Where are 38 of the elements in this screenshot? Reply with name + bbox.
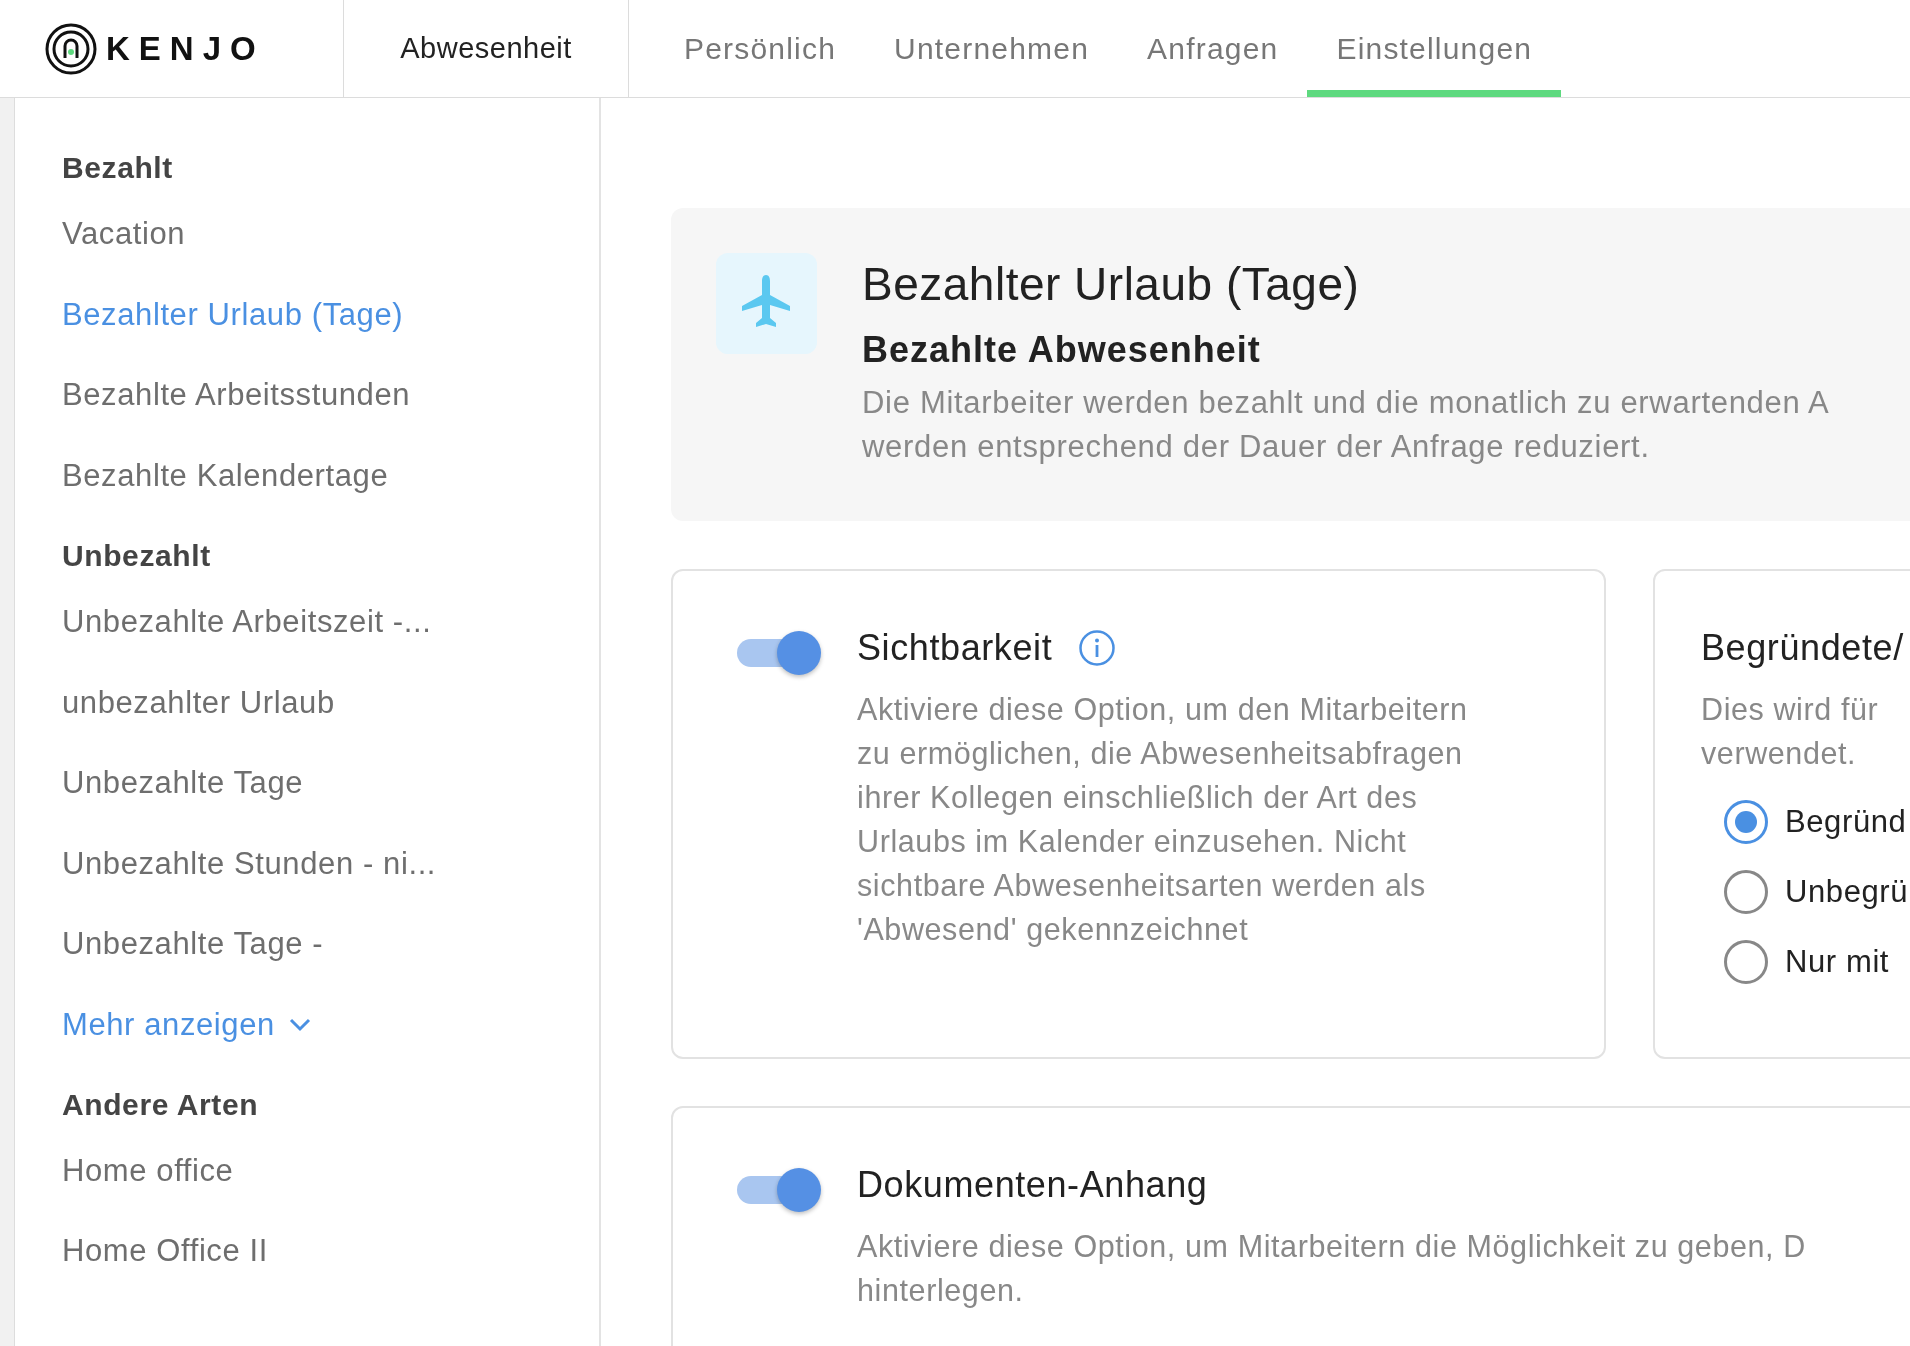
sidebar-item[interactable]: Home Office II [62,1211,599,1292]
group-heading: Unbezahlt [62,538,212,574]
sidebar-item[interactable]: Bezahlter Urlaub (Tage) [62,274,599,355]
info-icon[interactable] [1078,629,1117,667]
sidebar-item[interactable]: unbezahlter Urlaub [62,662,599,743]
toggle-switch[interactable] [737,1168,821,1212]
group-heading: Bezahlt [62,150,174,186]
section-title: Abwesenheit [344,0,629,97]
type-subtitle: Bezahlte Abwesenheit [862,329,1262,371]
show-more-link[interactable]: Mehr anzeigen [62,984,599,1065]
card-description: Aktiviere diese Option, um den Mitarbeitern zu ermöglichen, die Abwesenheitsabfragen ihrer Kollegen einschließlich der Art des Urlaubs im Kalender einzusehen. Nicht sichtbare Abwesenheitsarten werden als 'Abwesend' gekennzeichnet [857,691,1468,949]
nav-tab[interactable]: Anfragen [1118,0,1308,97]
nav-tab[interactable]: Unternehmen [865,0,1119,97]
card-title: Sichtbarkeit [857,627,1053,669]
chevron-down-icon [288,1017,311,1032]
sidebar-item[interactable]: Home office [62,1130,599,1211]
card-title: Dokumenten-Anhang [857,1164,1208,1206]
sidebar-item[interactable]: Unbezahlte Arbeitszeit -... [62,582,599,663]
sidebar-item[interactable]: Bezahlte Arbeitsstunden [62,355,599,436]
toggle-switch[interactable] [737,631,821,675]
sidebar-item[interactable]: Vacation [62,194,599,275]
nav-tab[interactable]: Persönlich [655,0,866,97]
sidebar-item[interactable]: Unbezahlte Stunden - ni... [62,823,599,904]
type-title: Bezahlter Urlaub (Tage) [862,257,1361,311]
sidebar-item[interactable]: Bezahlte Kalendertage [62,435,599,516]
group-heading: Andere Arten [62,1086,260,1123]
sidebar-item[interactable]: Unbezahlte Tage - [62,904,599,985]
card-title: Begründete/ [1701,627,1904,669]
sidebar-item[interactable]: Unbezahlte Tage [62,743,599,824]
logo-icon [44,21,98,76]
logo-text: KENJO [106,29,265,68]
radio-option[interactable]: Begründ [1723,787,1907,857]
radio-option[interactable]: Nur mit [1723,927,1890,997]
radio-option[interactable]: Unbegrü [1723,857,1909,927]
card-description: Aktiviere diese Option, um Mitarbeitern die Möglichkeit zu geben, D hinterlegen. [857,1228,1806,1310]
nav-tab[interactable]: Einstellungen [1307,0,1562,97]
card-description: Dies wird für verwendet. [1701,691,1880,772]
type-description: Die Mitarbeiter werden bezahlt und die monatlich zu erwartenden A werden entsprechend der Dauer der Anfrage reduziert. [862,384,1830,466]
